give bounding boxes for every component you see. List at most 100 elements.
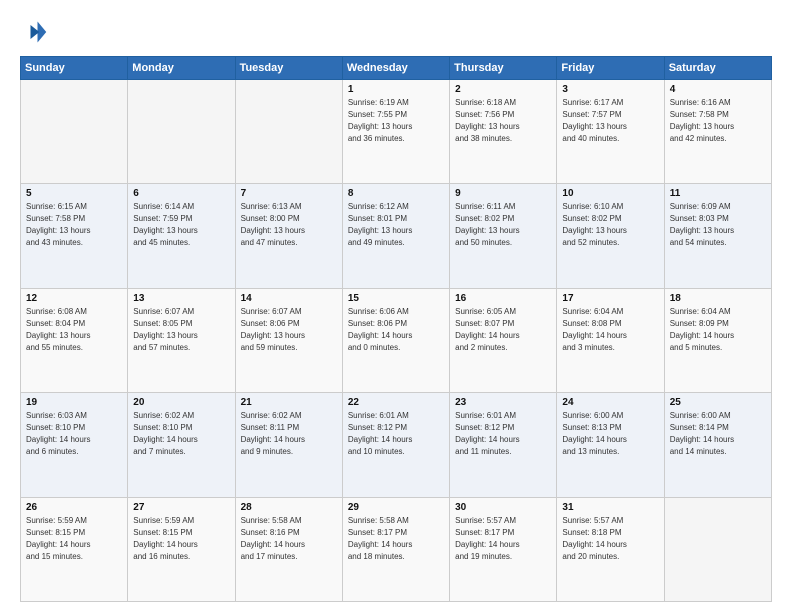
logo: [20, 18, 52, 46]
week-row-3: 12 Sunrise: 6:08 AM Sunset: 8:04 PM Dayli…: [21, 288, 772, 392]
calendar-cell: 28Sunrise: 5:58 AM Sunset: 8:16 PM Dayli…: [235, 497, 342, 601]
day-number: 26: [26, 502, 122, 513]
day-info: Sunrise: 6:06 AM Sunset: 8:06 PM Dayligh…: [348, 306, 444, 354]
day-number: 27: [133, 502, 229, 513]
day-info: Sunrise: 6:03 AM Sunset: 8:10 PM Dayligh…: [26, 410, 122, 458]
day-info: Sunrise: 5:58 AM Sunset: 8:17 PM Dayligh…: [348, 515, 444, 563]
calendar-cell: 7 Sunrise: 6:13 AM Sunset: 8:00 PM Daylig…: [235, 184, 342, 288]
header: [20, 18, 772, 46]
calendar-cell: 8Sunrise: 6:12 AM Sunset: 8:01 PM Daylig…: [342, 184, 449, 288]
calendar-cell: 24 Sunrise: 6:00 AM Sunset: 8:13 PM Dayli…: [557, 393, 664, 497]
day-number: 23: [455, 397, 551, 408]
day-info: Sunrise: 6:05 AM Sunset: 8:07 PM Dayligh…: [455, 306, 551, 354]
day-info: Sunrise: 6:00 AM Sunset: 8:14 PM Dayligh…: [670, 410, 766, 458]
calendar-cell: [128, 80, 235, 184]
day-info: Sunrise: 6:13 AM Sunset: 8:00 PM Dayligh…: [241, 201, 337, 249]
calendar-cell: 2 Sunrise: 6:18 AM Sunset: 7:56 PM Daylig…: [450, 80, 557, 184]
calendar-cell: 29 Sunrise: 5:58 AM Sunset: 8:17 PM Dayli…: [342, 497, 449, 601]
day-number: 2: [455, 84, 551, 95]
day-number: 29: [348, 502, 444, 513]
day-header-friday: Friday: [557, 57, 664, 80]
day-number: 17: [562, 293, 658, 304]
calendar-cell: 23 Sunrise: 6:01 AM Sunset: 8:12 PM Dayli…: [450, 393, 557, 497]
day-info: Sunrise: 6:00 AM Sunset: 8:13 PM Dayligh…: [562, 410, 658, 458]
day-info: Sunrise: 6:02 AM Sunset: 8:11 PM Dayligh…: [241, 410, 337, 458]
day-number: 10: [562, 188, 658, 199]
day-number: 28: [241, 502, 337, 513]
calendar-cell: 30 Sunrise: 5:57 AM Sunset: 8:17 PM Dayli…: [450, 497, 557, 601]
calendar-cell: 6Sunrise: 6:14 AM Sunset: 7:59 PM Daylig…: [128, 184, 235, 288]
day-number: 1: [348, 84, 444, 95]
day-info: Sunrise: 6:02 AM Sunset: 8:10 PM Dayligh…: [133, 410, 229, 458]
day-info: Sunrise: 6:04 AM Sunset: 8:09 PM Dayligh…: [670, 306, 766, 354]
calendar-cell: 22 Sunrise: 6:01 AM Sunset: 8:12 PM Dayli…: [342, 393, 449, 497]
day-info: Sunrise: 6:09 AM Sunset: 8:03 PM Dayligh…: [670, 201, 766, 249]
day-number: 8: [348, 188, 444, 199]
day-number: 14: [241, 293, 337, 304]
day-info: Sunrise: 6:11 AM Sunset: 8:02 PM Dayligh…: [455, 201, 551, 249]
calendar-cell: 19 Sunrise: 6:03 AM Sunset: 8:10 PM Dayli…: [21, 393, 128, 497]
calendar-table: SundayMondayTuesdayWednesdayThursdayFrid…: [20, 56, 772, 602]
day-number: 21: [241, 397, 337, 408]
calendar-cell: 3 Sunrise: 6:17 AM Sunset: 7:57 PM Daylig…: [557, 80, 664, 184]
calendar-cell: 14 Sunrise: 6:07 AM Sunset: 8:06 PM Dayli…: [235, 288, 342, 392]
calendar-cell: 4Sunrise: 6:16 AM Sunset: 7:58 PM Daylig…: [664, 80, 771, 184]
day-number: 24: [562, 397, 658, 408]
week-row-5: 26 Sunrise: 5:59 AM Sunset: 8:15 PM Dayli…: [21, 497, 772, 601]
calendar-cell: 10 Sunrise: 6:10 AM Sunset: 8:02 PM Dayli…: [557, 184, 664, 288]
day-number: 15: [348, 293, 444, 304]
week-row-4: 19 Sunrise: 6:03 AM Sunset: 8:10 PM Dayli…: [21, 393, 772, 497]
day-info: Sunrise: 6:07 AM Sunset: 8:05 PM Dayligh…: [133, 306, 229, 354]
day-number: 18: [670, 293, 766, 304]
day-info: Sunrise: 6:17 AM Sunset: 7:57 PM Dayligh…: [562, 97, 658, 145]
calendar-cell: [21, 80, 128, 184]
day-number: 11: [670, 188, 766, 199]
day-info: Sunrise: 6:01 AM Sunset: 8:12 PM Dayligh…: [455, 410, 551, 458]
calendar-cell: 16 Sunrise: 6:05 AM Sunset: 8:07 PM Dayli…: [450, 288, 557, 392]
day-info: Sunrise: 5:59 AM Sunset: 8:15 PM Dayligh…: [26, 515, 122, 563]
day-number: 30: [455, 502, 551, 513]
day-info: Sunrise: 5:57 AM Sunset: 8:17 PM Dayligh…: [455, 515, 551, 563]
day-header-saturday: Saturday: [664, 57, 771, 80]
calendar-cell: 17 Sunrise: 6:04 AM Sunset: 8:08 PM Dayli…: [557, 288, 664, 392]
calendar-cell: 31Sunrise: 5:57 AM Sunset: 8:18 PM Dayli…: [557, 497, 664, 601]
week-row-1: 1 Sunrise: 6:19 AM Sunset: 7:55 PM Daylig…: [21, 80, 772, 184]
day-info: Sunrise: 5:59 AM Sunset: 8:15 PM Dayligh…: [133, 515, 229, 563]
calendar-cell: 5Sunrise: 6:15 AM Sunset: 7:58 PM Daylig…: [21, 184, 128, 288]
day-info: Sunrise: 6:16 AM Sunset: 7:58 PM Dayligh…: [670, 97, 766, 145]
day-header-sunday: Sunday: [21, 57, 128, 80]
day-number: 31: [562, 502, 658, 513]
day-info: Sunrise: 6:08 AM Sunset: 8:04 PM Dayligh…: [26, 306, 122, 354]
calendar-cell: 9 Sunrise: 6:11 AM Sunset: 8:02 PM Daylig…: [450, 184, 557, 288]
day-number: 19: [26, 397, 122, 408]
day-info: Sunrise: 6:19 AM Sunset: 7:55 PM Dayligh…: [348, 97, 444, 145]
day-number: 13: [133, 293, 229, 304]
day-number: 22: [348, 397, 444, 408]
day-number: 3: [562, 84, 658, 95]
calendar-cell: [235, 80, 342, 184]
day-number: 25: [670, 397, 766, 408]
day-number: 6: [133, 188, 229, 199]
day-header-wednesday: Wednesday: [342, 57, 449, 80]
day-number: 7: [241, 188, 337, 199]
calendar-cell: 26 Sunrise: 5:59 AM Sunset: 8:15 PM Dayli…: [21, 497, 128, 601]
day-info: Sunrise: 6:04 AM Sunset: 8:08 PM Dayligh…: [562, 306, 658, 354]
calendar-cell: 18 Sunrise: 6:04 AM Sunset: 8:09 PM Dayli…: [664, 288, 771, 392]
day-info: Sunrise: 6:10 AM Sunset: 8:02 PM Dayligh…: [562, 201, 658, 249]
week-row-2: 5Sunrise: 6:15 AM Sunset: 7:58 PM Daylig…: [21, 184, 772, 288]
calendar-cell: 15 Sunrise: 6:06 AM Sunset: 8:06 PM Dayli…: [342, 288, 449, 392]
calendar-cell: 21 Sunrise: 6:02 AM Sunset: 8:11 PM Dayli…: [235, 393, 342, 497]
calendar-cell: 13 Sunrise: 6:07 AM Sunset: 8:05 PM Dayli…: [128, 288, 235, 392]
day-header-monday: Monday: [128, 57, 235, 80]
day-info: Sunrise: 6:18 AM Sunset: 7:56 PM Dayligh…: [455, 97, 551, 145]
day-number: 12: [26, 293, 122, 304]
calendar-body: 1 Sunrise: 6:19 AM Sunset: 7:55 PM Daylig…: [21, 80, 772, 602]
day-number: 16: [455, 293, 551, 304]
page: SundayMondayTuesdayWednesdayThursdayFrid…: [0, 0, 792, 612]
day-info: Sunrise: 6:01 AM Sunset: 8:12 PM Dayligh…: [348, 410, 444, 458]
calendar-cell: 1 Sunrise: 6:19 AM Sunset: 7:55 PM Daylig…: [342, 80, 449, 184]
calendar-cell: 20Sunrise: 6:02 AM Sunset: 8:10 PM Dayli…: [128, 393, 235, 497]
calendar-cell: 25 Sunrise: 6:00 AM Sunset: 8:14 PM Dayli…: [664, 393, 771, 497]
day-number: 9: [455, 188, 551, 199]
day-info: Sunrise: 6:07 AM Sunset: 8:06 PM Dayligh…: [241, 306, 337, 354]
